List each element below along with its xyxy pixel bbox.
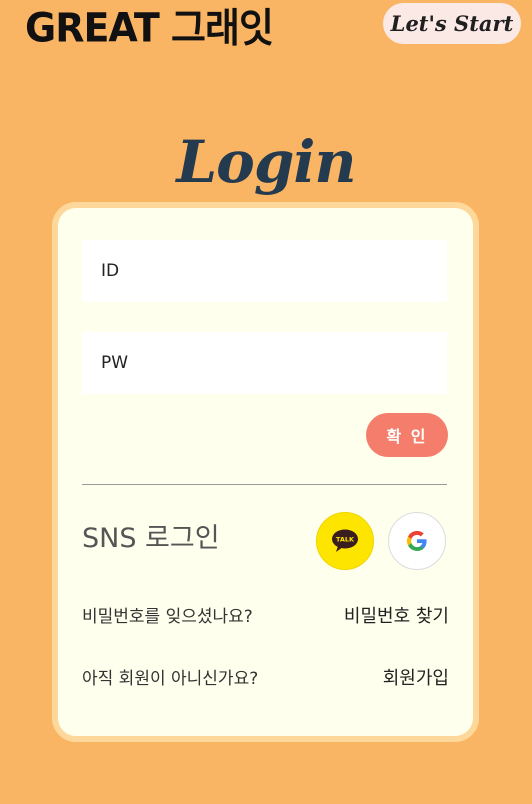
kakao-icon-text: TALK: [336, 536, 355, 544]
id-input[interactable]: [82, 240, 447, 302]
forgot-password-question: 비밀번호를 잊으셨나요?: [82, 607, 253, 627]
lets-start-button[interactable]: Let's Start: [383, 3, 521, 44]
brand-logo: GREAT 그래잇: [25, 4, 274, 52]
find-password-link[interactable]: 비밀번호 찾기: [344, 602, 449, 628]
login-card: 확 인 SNS 로그인 TALK 비밀번호를 잊으셨나요? 비밀번호 찾기 아직…: [52, 202, 479, 742]
page-title: Login: [176, 128, 356, 196]
confirm-button[interactable]: 확 인: [366, 413, 448, 457]
google-icon: [406, 530, 427, 551]
signup-question: 아직 회원이 아니신가요?: [82, 669, 259, 689]
kakao-talk-icon: TALK: [332, 529, 358, 552]
google-login-button[interactable]: [388, 512, 446, 570]
kakao-login-button[interactable]: TALK: [316, 512, 374, 570]
password-input[interactable]: [82, 332, 447, 394]
sns-login-label: SNS 로그인: [82, 523, 220, 554]
signup-link[interactable]: 회원가입: [383, 664, 449, 690]
divider: [82, 484, 447, 485]
